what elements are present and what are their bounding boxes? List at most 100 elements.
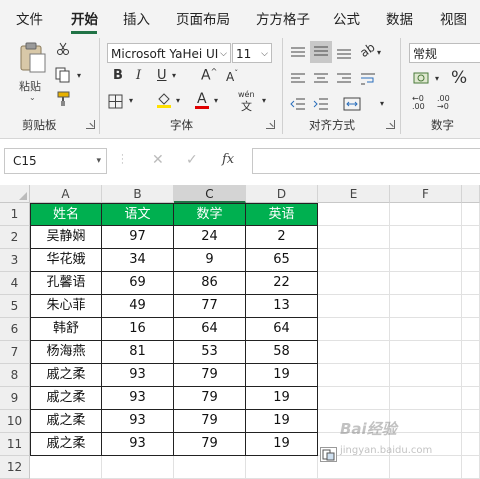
- column-header-e[interactable]: E: [318, 185, 390, 203]
- align-center-icon[interactable]: [313, 72, 329, 86]
- table-cell[interactable]: 53: [174, 341, 246, 364]
- table-cell[interactable]: 吴静娴: [30, 226, 102, 249]
- row-header-7[interactable]: 7: [0, 341, 30, 364]
- paste-options-icon[interactable]: [320, 447, 337, 462]
- align-left-icon[interactable]: [290, 72, 306, 86]
- accounting-format-icon[interactable]: [413, 70, 431, 86]
- number-format-select[interactable]: 常规: [409, 43, 480, 63]
- select-all-button[interactable]: [0, 185, 30, 203]
- table-cell[interactable]: 77: [174, 295, 246, 318]
- alignment-launcher-icon[interactable]: [386, 120, 395, 129]
- font-size-select[interactable]: 11 ⌵: [232, 43, 272, 63]
- merge-dropdown-icon[interactable]: ▾: [380, 100, 384, 108]
- empty-cell[interactable]: [390, 387, 462, 410]
- font-launcher-icon[interactable]: [266, 120, 275, 129]
- table-cell[interactable]: 戚之柔: [30, 410, 102, 433]
- column-header-a[interactable]: A: [30, 185, 102, 203]
- wrap-text-icon[interactable]: [360, 72, 376, 86]
- column-header-f[interactable]: F: [390, 185, 462, 203]
- empty-cell[interactable]: [390, 318, 462, 341]
- empty-cell[interactable]: [462, 203, 480, 226]
- empty-cell[interactable]: [318, 341, 390, 364]
- empty-cell[interactable]: [390, 226, 462, 249]
- empty-cell[interactable]: [318, 295, 390, 318]
- orientation-dropdown-icon[interactable]: ▾: [377, 49, 381, 57]
- table-cell[interactable]: 65: [246, 249, 318, 272]
- scissors-icon[interactable]: [56, 42, 70, 56]
- empty-cell[interactable]: [390, 272, 462, 295]
- row-header-9[interactable]: 9: [0, 387, 30, 410]
- copy-icon[interactable]: [55, 67, 71, 83]
- empty-cell[interactable]: [462, 364, 480, 387]
- empty-cell[interactable]: [174, 456, 246, 479]
- row-header-2[interactable]: 2: [0, 226, 30, 249]
- table-cell[interactable]: 79: [174, 433, 246, 456]
- tab-3[interactable]: 页面布局: [176, 0, 230, 34]
- table-cell[interactable]: 2: [246, 226, 318, 249]
- empty-cell[interactable]: [102, 456, 174, 479]
- table-cell[interactable]: 19: [246, 364, 318, 387]
- row-header-11[interactable]: 11: [0, 433, 30, 456]
- table-cell[interactable]: 93: [102, 433, 174, 456]
- table-cell[interactable]: 93: [102, 410, 174, 433]
- empty-cell[interactable]: [462, 226, 480, 249]
- table-cell[interactable]: 81: [102, 341, 174, 364]
- merge-center-icon[interactable]: [343, 97, 361, 111]
- fill-color-icon[interactable]: [155, 91, 173, 109]
- table-cell[interactable]: 97: [102, 226, 174, 249]
- empty-cell[interactable]: [390, 364, 462, 387]
- bold-icon[interactable]: B: [113, 69, 123, 82]
- empty-cell[interactable]: [390, 456, 462, 479]
- table-cell[interactable]: 19: [246, 410, 318, 433]
- tab-4[interactable]: 方方格子: [256, 0, 310, 34]
- table-cell[interactable]: 79: [174, 387, 246, 410]
- enter-icon[interactable]: ✓: [186, 152, 198, 168]
- table-header-cell[interactable]: 英语: [246, 203, 318, 226]
- insert-function-icon[interactable]: fx: [222, 152, 234, 167]
- empty-cell[interactable]: [390, 295, 462, 318]
- empty-cell[interactable]: [318, 203, 390, 226]
- table-cell[interactable]: 16: [102, 318, 174, 341]
- empty-cell[interactable]: [318, 364, 390, 387]
- table-cell[interactable]: 华花娥: [30, 249, 102, 272]
- table-cell[interactable]: 朱心菲: [30, 295, 102, 318]
- table-cell[interactable]: 79: [174, 364, 246, 387]
- tab-5[interactable]: 公式: [333, 0, 360, 34]
- row-header-3[interactable]: 3: [0, 249, 30, 272]
- table-cell[interactable]: 19: [246, 433, 318, 456]
- font-color-dropdown-icon[interactable]: ▾: [214, 97, 218, 105]
- empty-cell[interactable]: [462, 341, 480, 364]
- tab-7[interactable]: 视图: [440, 0, 467, 34]
- empty-cell[interactable]: [390, 249, 462, 272]
- table-header-cell[interactable]: 语文: [102, 203, 174, 226]
- row-header-8[interactable]: 8: [0, 364, 30, 387]
- decrease-decimal-icon[interactable]: .00 →0: [437, 95, 450, 111]
- underline-icon[interactable]: U: [157, 69, 167, 82]
- empty-cell[interactable]: [318, 318, 390, 341]
- empty-cell[interactable]: [318, 249, 390, 272]
- empty-cell[interactable]: [390, 341, 462, 364]
- empty-cell[interactable]: [462, 456, 480, 479]
- table-cell[interactable]: 24: [174, 226, 246, 249]
- format-painter-icon[interactable]: [55, 91, 71, 107]
- table-cell[interactable]: 64: [246, 318, 318, 341]
- table-cell[interactable]: 69: [102, 272, 174, 295]
- empty-cell[interactable]: [462, 295, 480, 318]
- column-header-b[interactable]: B: [102, 185, 174, 203]
- name-box[interactable]: C15 ▾: [4, 148, 107, 174]
- table-cell[interactable]: 93: [102, 364, 174, 387]
- tab-6[interactable]: 数据: [386, 0, 413, 34]
- align-bottom-icon[interactable]: [336, 46, 352, 60]
- tab-2[interactable]: 插入: [123, 0, 150, 34]
- percent-icon[interactable]: %: [451, 70, 467, 87]
- decrease-indent-icon[interactable]: [290, 97, 306, 111]
- shrink-font-icon[interactable]: Aˇ: [226, 70, 238, 84]
- orientation-icon[interactable]: ab: [357, 40, 377, 60]
- italic-icon[interactable]: I: [136, 69, 141, 82]
- table-cell[interactable]: 49: [102, 295, 174, 318]
- column-header-c[interactable]: C: [174, 185, 246, 203]
- table-cell[interactable]: 杨海燕: [30, 341, 102, 364]
- column-header-d[interactable]: D: [246, 185, 318, 203]
- font-name-select[interactable]: Microsoft YaHei UI ⌵: [107, 43, 231, 63]
- empty-cell[interactable]: [318, 387, 390, 410]
